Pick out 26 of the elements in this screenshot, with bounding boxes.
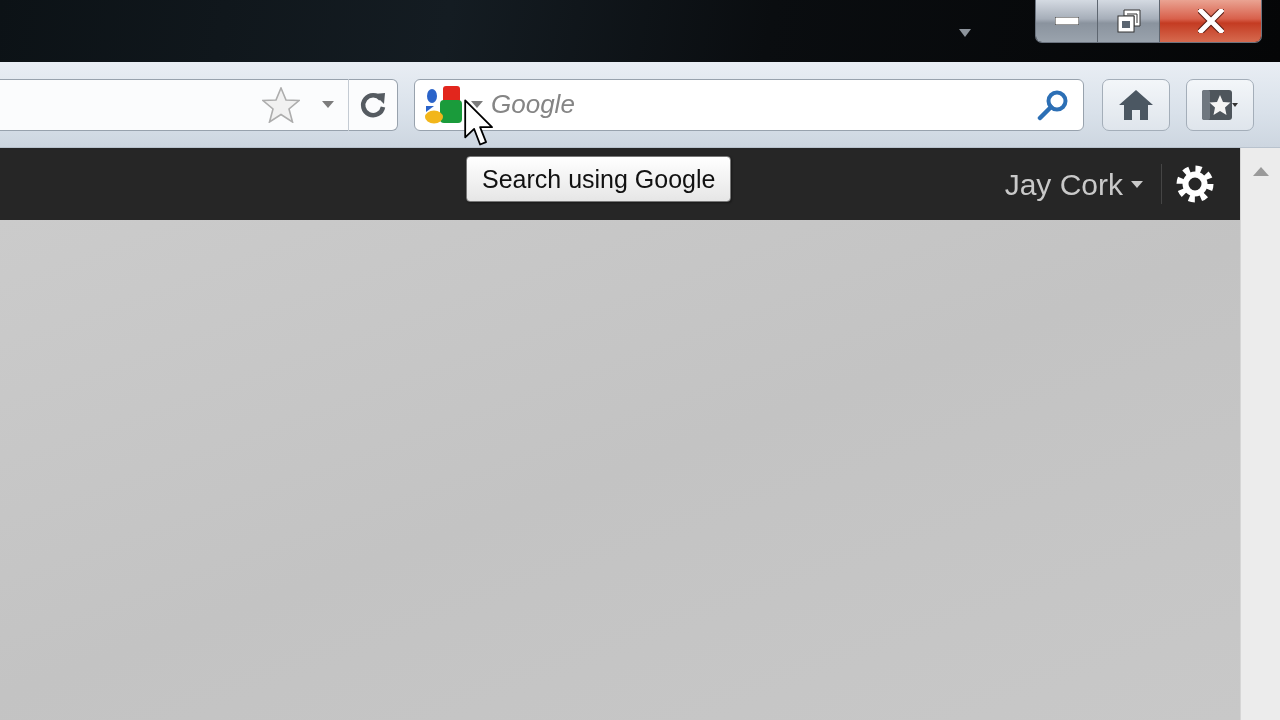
close-icon	[1197, 9, 1224, 33]
reload-icon	[359, 90, 387, 119]
settings-icon	[1176, 165, 1214, 203]
caret-icon[interactable]	[959, 29, 971, 37]
home-button[interactable]	[1102, 78, 1170, 131]
search-input[interactable]: Google	[491, 87, 1037, 122]
address-field[interactable]	[0, 78, 398, 131]
reload-button[interactable]	[359, 90, 387, 119]
caret-icon[interactable]	[471, 101, 483, 108]
restore-button[interactable]	[1098, 0, 1160, 42]
restore-icon	[1116, 9, 1141, 33]
search-field[interactable]: Google	[414, 78, 1084, 131]
google-icon[interactable]	[425, 84, 463, 125]
close-button[interactable]	[1160, 0, 1261, 42]
tooltip: Search using Google	[466, 156, 732, 202]
home-icon	[1118, 88, 1154, 121]
scrollbar[interactable]	[1240, 148, 1280, 720]
star-icon[interactable]	[262, 86, 300, 123]
settings-button[interactable]	[1176, 165, 1214, 203]
minimize-icon	[1054, 17, 1079, 25]
bookmarks-button[interactable]	[1186, 78, 1254, 131]
minimize-button[interactable]	[1036, 0, 1098, 42]
bookmarks-icon	[1202, 89, 1238, 120]
search-icon[interactable]	[1037, 88, 1069, 121]
caret-icon	[1131, 180, 1143, 188]
user-menu[interactable]: Jay Cork	[1004, 167, 1143, 201]
